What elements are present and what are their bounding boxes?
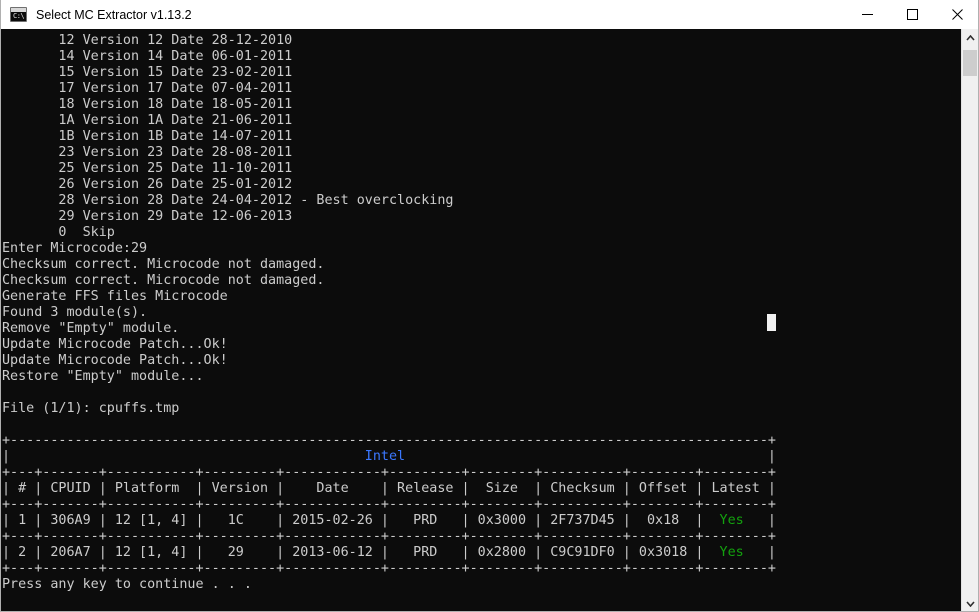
chevron-down-icon	[965, 600, 975, 607]
window-controls	[845, 0, 978, 29]
console-output-area[interactable]: 12 Version 12 Date 28-12-2010 14 Version…	[1, 29, 963, 611]
chevron-up-icon	[965, 34, 975, 41]
close-icon	[952, 9, 963, 20]
scrollbar-up-button[interactable]	[962, 29, 978, 46]
vertical-scrollbar[interactable]	[961, 29, 978, 611]
application-window: C:\ Select MC Extractor v1.13.2 12 Versi…	[0, 0, 979, 612]
console-icon: C:\	[10, 7, 27, 22]
scrollbar-thumb[interactable]	[963, 50, 977, 76]
console-icon-prompt: C:\	[13, 12, 25, 20]
title-bar-left: C:\ Select MC Extractor v1.13.2	[1, 7, 845, 22]
maximize-icon	[907, 9, 918, 20]
minimize-icon	[862, 14, 873, 15]
title-bar[interactable]: C:\ Select MC Extractor v1.13.2	[1, 0, 978, 30]
scrollbar-down-button[interactable]	[962, 595, 978, 611]
console-text: 12 Version 12 Date 28-12-2010 14 Version…	[2, 33, 776, 592]
text-cursor	[767, 314, 776, 331]
window-title: Select MC Extractor v1.13.2	[36, 7, 192, 22]
minimize-button[interactable]	[845, 0, 890, 29]
close-button[interactable]	[935, 0, 978, 29]
maximize-button[interactable]	[890, 0, 935, 29]
